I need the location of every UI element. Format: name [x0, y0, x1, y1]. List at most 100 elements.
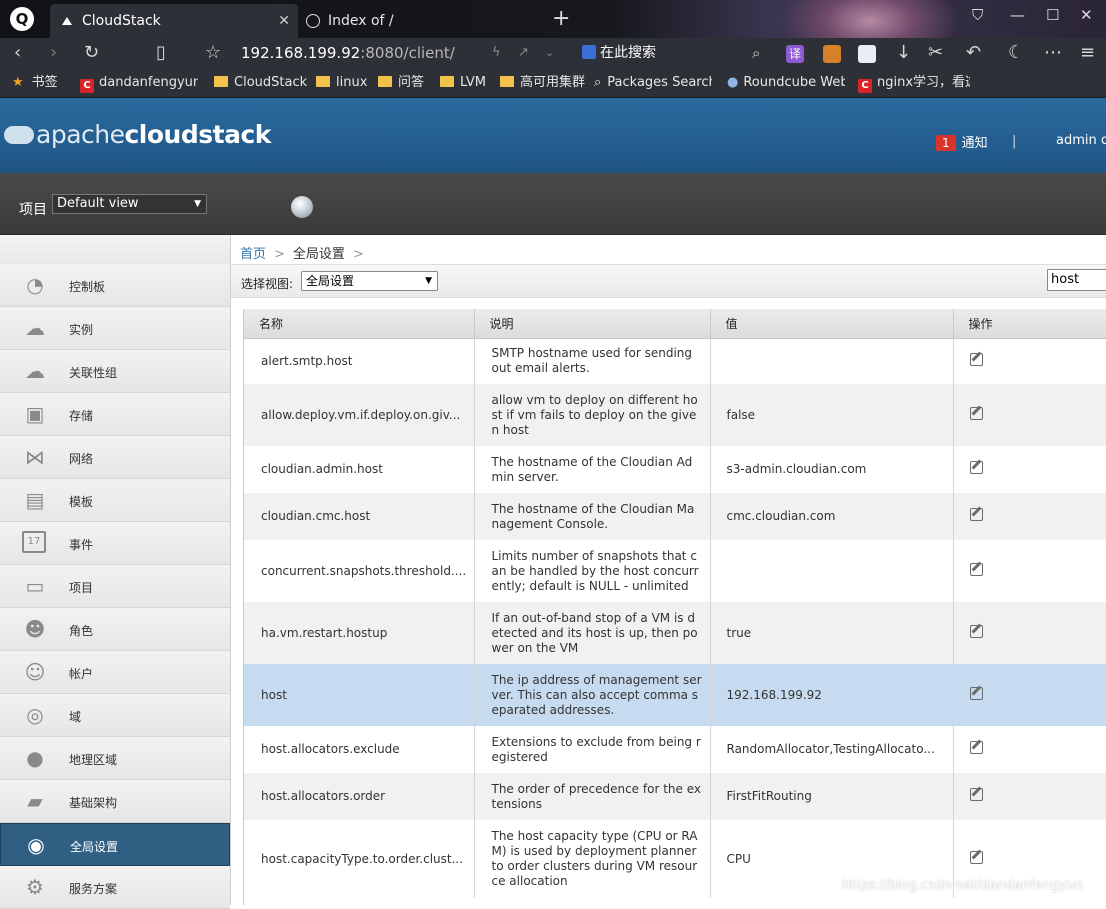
watermark: https://blog.csdn.net/dandanfengyun	[842, 878, 1084, 893]
bookmark-item[interactable]: Cdandanfengyun的	[80, 74, 198, 93]
extension-icon[interactable]	[858, 45, 876, 63]
close-window-icon[interactable]: ✕	[1080, 6, 1093, 24]
sidebar-item-accounts[interactable]: ☺ 帐户	[0, 651, 230, 694]
sidebar-item-projects[interactable]: ▭ 项目	[0, 565, 230, 608]
sidebar-item-templates[interactable]: ▤ 模板	[0, 479, 230, 522]
sidebar-item-roles[interactable]: ☻ 角色	[0, 608, 230, 651]
view-select[interactable]: 全局设置 ▼	[301, 271, 438, 291]
breadcrumb-home[interactable]: 首页	[240, 247, 266, 262]
table-row[interactable]: alert.smtp.host SMTP hostname used for s…	[244, 338, 1106, 384]
column-header-name[interactable]: 名称	[244, 309, 475, 339]
table-row[interactable]: ha.vm.restart.hostup If an out-of-band s…	[244, 602, 1106, 664]
setting-value[interactable]: FirstFitRouting	[710, 773, 954, 820]
bookmark-item[interactable]: LVM	[440, 74, 486, 92]
notifications[interactable]: 1 通知	[936, 132, 988, 151]
sidebar-item-global-settings[interactable]: ◉ 全局设置	[0, 823, 230, 866]
cloud-logo-icon	[4, 126, 34, 144]
cloudstack-logo[interactable]: apachecloudstack	[4, 120, 271, 149]
table-row[interactable]: cloudian.admin.host The hostname of the …	[244, 446, 1106, 493]
more-icon[interactable]: ⋯	[1044, 42, 1062, 64]
setting-value[interactable]: 192.168.199.92	[710, 664, 954, 726]
tab-cloudstack[interactable]: CloudStack ✕	[50, 4, 298, 38]
bookmark-item[interactable]: ● Roundcube Web	[727, 74, 845, 92]
bookmark-root[interactable]: ★ 书签	[12, 74, 58, 92]
sidebar-item-instances[interactable]: ☁ 实例	[0, 307, 230, 350]
table-row[interactable]: allow.deploy.vm.if.deploy.on.giv... allo…	[244, 384, 1106, 446]
edit-icon[interactable]	[969, 461, 983, 474]
setting-value[interactable]	[710, 540, 954, 602]
sidebar-item-affinity-groups[interactable]: ☁ 关联性组	[0, 350, 230, 393]
search-engine-field[interactable]: 在此搜索	[582, 42, 656, 64]
bookmark-star-icon[interactable]: ☆	[205, 42, 221, 64]
back-icon[interactable]: ‹	[14, 42, 21, 64]
search-icon[interactable]: ⌕	[752, 42, 760, 64]
setting-value[interactable]: false	[710, 384, 954, 446]
sidebar-item-infrastructure[interactable]: ▰ 基础架构	[0, 780, 230, 823]
user-menu[interactable]: admin cl	[1056, 133, 1106, 148]
table-row[interactable]: host.allocators.exclude Extensions to ex…	[244, 726, 1106, 773]
project-select[interactable]: Default view ▼	[52, 194, 207, 214]
table-row[interactable]: cloudian.cmc.host The hostname of the Cl…	[244, 493, 1106, 540]
column-header-value[interactable]: 值	[710, 309, 954, 339]
extension-icon[interactable]	[823, 45, 841, 63]
sidebar-item-storage[interactable]: ▣ 存储	[0, 393, 230, 436]
column-header-description[interactable]: 说明	[474, 309, 711, 339]
dropdown-icon[interactable]: ⌄	[545, 42, 554, 64]
edit-icon[interactable]	[969, 624, 983, 638]
undo-icon[interactable]: ↶	[966, 42, 981, 64]
sidebar-item-dashboard[interactable]: ◔ 控制板	[0, 264, 230, 307]
minimize-icon[interactable]: —	[1010, 6, 1025, 24]
edit-icon[interactable]	[969, 406, 983, 420]
sidebar-item-regions[interactable]: ● 地理区域	[0, 737, 230, 780]
edit-icon[interactable]	[969, 352, 983, 366]
sidebar-item-events[interactable]: 17 事件	[0, 522, 230, 565]
setting-value[interactable]: s3-admin.cloudian.com	[710, 446, 954, 493]
bookmark-item[interactable]: linux	[316, 74, 367, 92]
edit-icon[interactable]	[969, 850, 983, 864]
table-row[interactable]: host.allocators.order The order of prece…	[244, 773, 1106, 820]
table-row-selected[interactable]: host The ip address of management server…	[244, 664, 1106, 726]
gear-icon: ⚙	[26, 875, 44, 899]
sidebar-item-service-offerings[interactable]: ⚙ 服务方案	[0, 866, 230, 909]
lightning-icon[interactable]: ϟ	[492, 42, 501, 64]
bookmark-item[interactable]: ⌕ Packages Search	[594, 74, 712, 92]
search-input[interactable]: host	[1047, 269, 1106, 291]
url-field[interactable]: 192.168.199.92:8080/client/	[241, 43, 455, 63]
setting-value[interactable]: true	[710, 602, 954, 664]
menu-icon[interactable]: ≡	[1080, 42, 1095, 64]
edit-icon[interactable]	[969, 562, 983, 576]
tab-label: CloudStack	[82, 13, 161, 29]
translate-icon[interactable]: 译	[786, 45, 804, 63]
domain-icon: ◎	[26, 703, 44, 727]
night-mode-icon[interactable]: ☾	[1008, 42, 1024, 64]
download-icon[interactable]: ↓	[896, 42, 911, 64]
sidebar-item-network[interactable]: ⋈ 网络	[0, 436, 230, 479]
sidebar-item-domains[interactable]: ◎ 域	[0, 694, 230, 737]
setting-value[interactable]: cmc.cloudian.com	[710, 493, 954, 540]
reader-icon[interactable]: ▯	[156, 42, 166, 64]
new-tab-icon[interactable]: +	[552, 8, 570, 30]
setting-value[interactable]	[710, 338, 954, 384]
bookmark-item[interactable]: Cnginx学习，看这	[858, 74, 970, 93]
breadcrumb-current[interactable]: 全局设置	[293, 247, 345, 262]
setting-value[interactable]: RandomAllocator,TestingAllocato...	[710, 726, 954, 773]
header-separator: |	[1012, 134, 1017, 149]
bookmark-item[interactable]: CloudStack	[214, 74, 307, 92]
edit-icon[interactable]	[969, 508, 983, 521]
close-tab-icon[interactable]: ✕	[278, 4, 290, 38]
maximize-icon[interactable]: ☐	[1046, 6, 1059, 24]
globe-icon[interactable]	[291, 196, 313, 218]
row-actions	[953, 540, 1106, 602]
edit-icon[interactable]	[969, 686, 983, 700]
table-row[interactable]: concurrent.snapshots.threshold.... Limit…	[244, 540, 1106, 602]
bookmark-item[interactable]: 高可用集群	[500, 74, 585, 92]
scissors-icon[interactable]: ✂	[928, 42, 943, 64]
edit-icon[interactable]	[969, 788, 983, 801]
reload-icon[interactable]: ↻	[84, 42, 99, 64]
forward-icon[interactable]: ›	[50, 42, 57, 64]
tab-index[interactable]: Index of /	[304, 4, 544, 38]
share-icon[interactable]: ↗	[518, 42, 529, 64]
edit-icon[interactable]	[969, 741, 983, 754]
bookmark-item[interactable]: 问答	[378, 74, 424, 92]
shirt-icon[interactable]: ⛉	[972, 6, 983, 24]
